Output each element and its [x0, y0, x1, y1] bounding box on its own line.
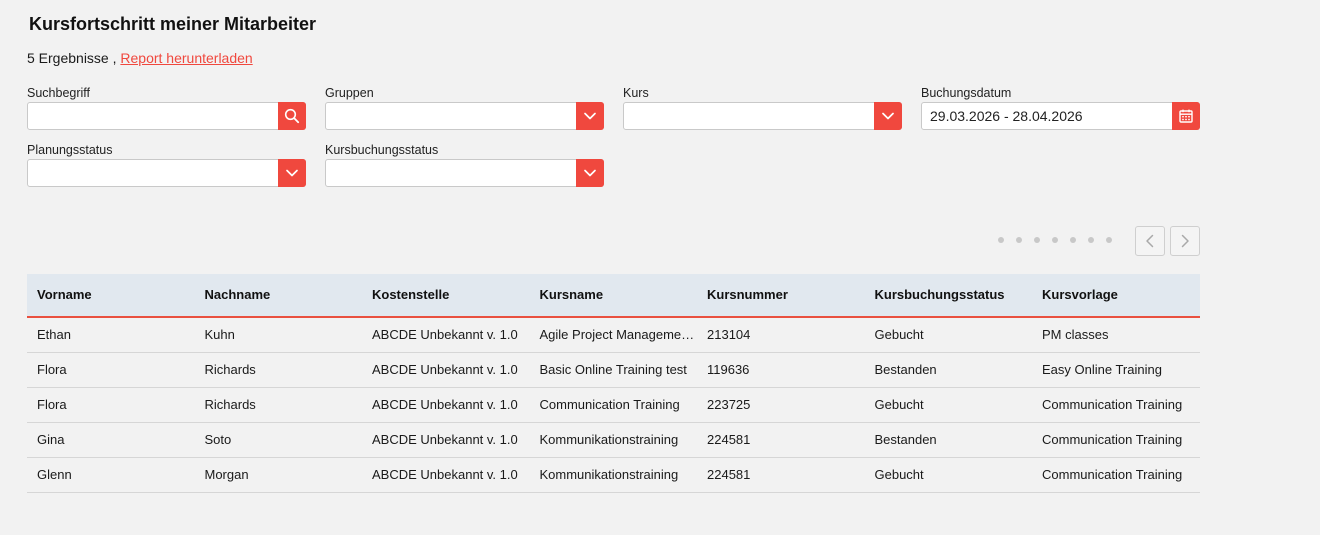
cell-first-name: Flora — [37, 397, 67, 412]
pagination-dot — [998, 237, 1004, 243]
cell-cost-center: ABCDE Unbekannt v. 1.0 — [372, 362, 518, 377]
search-icon — [284, 108, 300, 124]
table-header: Vorname Nachname Kostenstelle Kursname K… — [27, 274, 1200, 318]
cell-course-name: Agile Project Manageme… — [539, 327, 695, 342]
cell-course-template: PM classes — [1042, 327, 1109, 342]
cell-course-template: Communication Training — [1042, 432, 1183, 447]
cell-last-name: Richards — [204, 397, 256, 412]
next-page-button[interactable] — [1170, 226, 1200, 256]
column-header-last-name[interactable]: Nachname — [195, 274, 363, 316]
booking-date-input[interactable]: 29.03.2026 - 28.04.2026 — [921, 102, 1200, 130]
column-header-first-name[interactable]: Vorname — [27, 274, 195, 316]
groups-label: Gruppen — [325, 86, 374, 100]
search-input[interactable] — [27, 102, 306, 130]
course-dropdown-button[interactable] — [874, 102, 902, 130]
calendar-icon — [1179, 109, 1193, 123]
pagination-dot — [1052, 237, 1058, 243]
cell-last-name: Morgan — [204, 467, 249, 482]
planning-status-select[interactable] — [27, 159, 306, 187]
cell-course-number: 224581 — [707, 467, 751, 482]
course-label: Kurs — [623, 86, 649, 100]
search-label: Suchbegriff — [27, 86, 91, 100]
pagination-dot — [1106, 237, 1112, 243]
cell-booking-status: Gebucht — [874, 397, 924, 412]
chevron-right-icon — [1181, 234, 1189, 248]
page-title: Kursfortschritt meiner Mitarbeiter — [29, 14, 317, 34]
course-progress-table: Vorname Nachname Kostenstelle Kursname K… — [27, 274, 1200, 493]
cell-course-template: Communication Training — [1042, 397, 1183, 412]
booking-status-label: Kursbuchungsstatus — [325, 143, 439, 157]
booking-status-dropdown-button[interactable] — [576, 159, 604, 187]
chevron-down-icon — [584, 112, 596, 120]
cell-cost-center: ABCDE Unbekannt v. 1.0 — [372, 397, 518, 412]
booking-date-label: Buchungsdatum — [921, 86, 1012, 100]
results-summary: 5 Ergebnisse , Report herunterladen — [27, 50, 253, 66]
cell-cost-center: ABCDE Unbekannt v. 1.0 — [372, 432, 518, 447]
filter-groups: Gruppen — [325, 85, 604, 130]
chevron-down-icon — [882, 112, 894, 120]
chevron-down-icon — [584, 169, 596, 177]
filter-booking-status: Kursbuchungsstatus — [325, 142, 604, 187]
pagination — [992, 226, 1200, 256]
filter-search: Suchbegriff — [27, 85, 306, 130]
cell-course-number: 119636 — [707, 362, 750, 377]
cell-last-name: Kuhn — [204, 327, 235, 342]
results-count: 5 Ergebnisse , — [27, 50, 117, 66]
pagination-dot — [1016, 237, 1022, 243]
cell-course-name: Kommunikationstraining — [539, 432, 679, 447]
pagination-dot — [1088, 237, 1094, 243]
search-button[interactable] — [278, 102, 306, 130]
cell-cost-center: ABCDE Unbekannt v. 1.0 — [372, 327, 518, 342]
column-header-booking-status[interactable]: Kursbuchungsstatus — [865, 274, 1033, 316]
cell-booking-status: Gebucht — [874, 327, 924, 342]
cell-course-template: Communication Training — [1042, 467, 1183, 482]
pagination-dots — [998, 237, 1112, 243]
column-header-course-name[interactable]: Kursname — [530, 274, 698, 316]
column-header-course-number[interactable]: Kursnummer — [697, 274, 865, 316]
course-select[interactable] — [623, 102, 902, 130]
cell-booking-status: Gebucht — [874, 467, 924, 482]
pagination-dot — [1070, 237, 1076, 243]
cell-first-name: Gina — [37, 432, 65, 447]
chevron-down-icon — [286, 169, 298, 177]
cell-first-name: Glenn — [37, 467, 72, 482]
table-row[interactable]: Flora Richards ABCDE Unbekannt v. 1.0 Ba… — [27, 353, 1200, 388]
cell-course-name: Communication Training — [539, 397, 680, 412]
table-row[interactable]: Gina Soto ABCDE Unbekannt v. 1.0 Kommuni… — [27, 423, 1200, 458]
table-row[interactable]: Flora Richards ABCDE Unbekannt v. 1.0 Co… — [27, 388, 1200, 423]
cell-last-name: Richards — [204, 362, 256, 377]
cell-course-template: Easy Online Training — [1042, 362, 1162, 377]
filter-planning-status: Planungsstatus — [27, 142, 306, 187]
planning-status-dropdown-button[interactable] — [278, 159, 306, 187]
calendar-button[interactable] — [1172, 102, 1200, 130]
cell-course-name: Basic Online Training test — [539, 362, 687, 377]
pagination-dot — [1034, 237, 1040, 243]
cell-course-number: 223725 — [707, 397, 751, 412]
groups-select[interactable] — [325, 102, 604, 130]
table-row[interactable]: Ethan Kuhn ABCDE Unbekannt v. 1.0 Agile … — [27, 318, 1200, 353]
cell-first-name: Flora — [37, 362, 67, 377]
chevron-left-icon — [1146, 234, 1154, 248]
filter-course: Kurs — [623, 85, 902, 130]
table-row[interactable]: Glenn Morgan ABCDE Unbekannt v. 1.0 Komm… — [27, 458, 1200, 493]
column-header-course-template[interactable]: Kursvorlage — [1032, 274, 1200, 316]
column-header-cost-center[interactable]: Kostenstelle — [362, 274, 530, 316]
cell-course-number: 224581 — [707, 432, 751, 447]
cell-last-name: Soto — [204, 432, 232, 447]
cell-cost-center: ABCDE Unbekannt v. 1.0 — [372, 467, 518, 482]
booking-status-select[interactable] — [325, 159, 604, 187]
planning-status-label: Planungsstatus — [27, 143, 113, 157]
course-progress-page: Kursfortschritt meiner Mitarbeiter 5 Erg… — [27, 0, 1200, 535]
cell-booking-status: Bestanden — [874, 432, 937, 447]
download-report-link[interactable]: Report herunterladen — [120, 50, 252, 66]
cell-course-number: 213104 — [707, 327, 751, 342]
cell-course-name: Kommunikationstraining — [539, 467, 679, 482]
booking-date-value: 29.03.2026 - 28.04.2026 — [930, 108, 1083, 124]
groups-dropdown-button[interactable] — [576, 102, 604, 130]
filter-booking-date: Buchungsdatum 29.03.2026 - 28.04.2026 — [921, 85, 1200, 130]
cell-booking-status: Bestanden — [874, 362, 937, 377]
previous-page-button[interactable] — [1135, 226, 1165, 256]
cell-first-name: Ethan — [37, 327, 71, 342]
